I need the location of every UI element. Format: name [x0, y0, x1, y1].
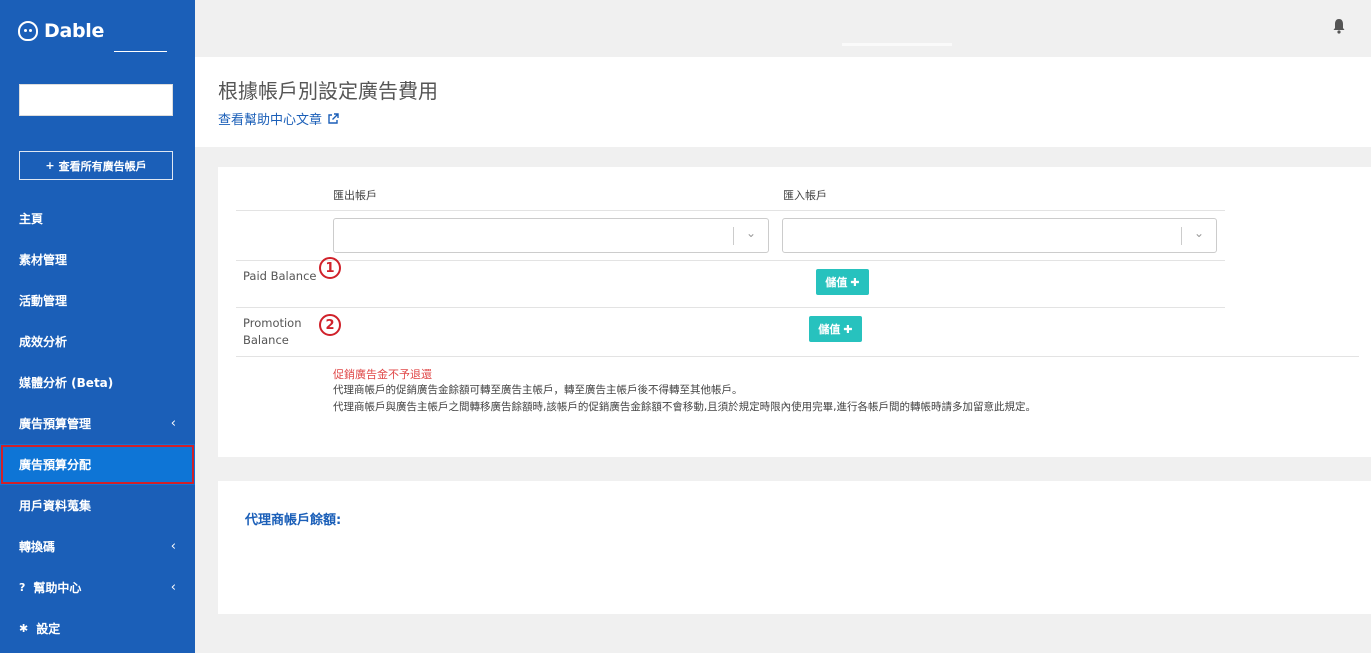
select-separator [1181, 227, 1182, 245]
plus-icon: ✚ [843, 322, 853, 336]
sidebar-item-label: 用戶資料蒐集 [19, 499, 92, 513]
page-header: 根據帳戶別設定廣告費用 查看幫助中心文章 [195, 57, 1371, 147]
brand-name: Dable [44, 20, 105, 42]
transfer-card: 匯出帳戶 匯入帳戶 ⌄ ⌄ Paid Balance 1 儲值 ✚ Promot… [218, 167, 1371, 457]
paid-balance-label: Paid Balance [243, 269, 317, 283]
sidebar-item-settings[interactable]: ✱ 設定 [0, 608, 195, 649]
divider [236, 356, 1359, 357]
dable-logo-icon [18, 21, 38, 41]
charge-label: 儲值 [818, 323, 841, 336]
sidebar-item-audience-collection[interactable]: 用戶資料蒐集 [0, 485, 195, 526]
export-account-select[interactable]: ⌄ [333, 218, 769, 253]
sidebar-item-label: 廣告預算分配 [19, 458, 92, 472]
question-icon: ? [19, 581, 26, 594]
bell-icon[interactable] [1332, 18, 1346, 34]
chevron-down-icon: ⌄ [1193, 226, 1204, 240]
external-link-icon [328, 112, 339, 124]
agency-balance-card: 代理商帳戶餘額: [218, 481, 1371, 614]
paid-charge-button[interactable]: 儲值 ✚ [816, 269, 869, 295]
sidebar-item-media-analysis[interactable]: 媒體分析 (Beta) [0, 362, 195, 403]
divider [236, 307, 1225, 308]
sidebar-item-budget-management[interactable]: 廣告預算管理 ‹ [0, 403, 195, 444]
import-account-header: 匯入帳戶 [783, 189, 827, 202]
page-title: 根據帳戶別設定廣告費用 [218, 79, 438, 103]
charge-label: 儲值 [825, 276, 848, 289]
chevron-left-icon: ‹ [170, 580, 176, 595]
divider [236, 210, 1225, 211]
promotion-non-refundable-note: 促銷廣告金不予退還 [333, 368, 432, 381]
help-center-link[interactable]: 查看幫助中心文章 [218, 109, 339, 128]
view-all-label: 查看所有廣告帳戶 [58, 159, 147, 173]
transfer-note-line2: 代理商帳戶與廣告主帳戶之間轉移廣告餘額時,該帳戶的促銷廣告金餘額不會移動,且須於… [333, 401, 1037, 413]
import-account-select[interactable]: ⌄ [782, 218, 1217, 253]
sidebar: Dable + 查看所有廣告帳戶 主頁 素材管理 活動管理 成效分析 媒體分析 … [0, 0, 195, 653]
sidebar-item-performance[interactable]: 成效分析 [0, 321, 195, 362]
divider [236, 260, 1225, 261]
promotion-balance-label: Promotion Balance [243, 315, 302, 349]
promotion-charge-button[interactable]: 儲值 ✚ [809, 316, 862, 342]
sidebar-item-label: 媒體分析 (Beta) [19, 376, 114, 390]
marker-1-badge: 1 [319, 257, 341, 279]
gear-icon: ✱ [19, 622, 29, 635]
sidebar-item-budget-allocation[interactable]: 廣告預算分配 [0, 444, 195, 485]
sidebar-item-label: 幫助中心 [33, 581, 82, 595]
chevron-down-icon: ⌄ [745, 226, 756, 240]
sidebar-nav: 主頁 素材管理 活動管理 成效分析 媒體分析 (Beta) 廣告預算管理 ‹ 廣告… [0, 198, 195, 649]
agency-balance-label: 代理商帳戶餘額: [245, 513, 342, 528]
chevron-left-icon: ‹ [170, 416, 176, 431]
sidebar-item-conversion-code[interactable]: 轉換碼 ‹ [0, 526, 195, 567]
top-bar-indicator [842, 43, 952, 46]
promotion-label-line1: Promotion [243, 316, 302, 330]
sidebar-item-label: 廣告預算管理 [19, 417, 92, 431]
sidebar-item-home[interactable]: 主頁 [0, 198, 195, 239]
marker-2-badge: 2 [319, 314, 341, 336]
transfer-note-line1: 代理商帳戶的促銷廣告金餘額可轉至廣告主帳戶，轉至廣告主帳戶後不得轉至其他帳戶。 [333, 384, 743, 396]
sidebar-item-creatives[interactable]: 素材管理 [0, 239, 195, 280]
sidebar-item-help-center[interactable]: ? 幫助中心 ‹ [0, 567, 195, 608]
account-selector[interactable] [19, 84, 173, 116]
sidebar-item-campaigns[interactable]: 活動管理 [0, 280, 195, 321]
sidebar-item-label: 轉換碼 [19, 540, 56, 554]
top-bar [195, 0, 1371, 57]
plus-icon: ✚ [850, 275, 860, 289]
sidebar-item-label: 素材管理 [19, 253, 68, 267]
sidebar-item-label: 設定 [36, 622, 61, 636]
sidebar-item-label: 成效分析 [19, 335, 68, 349]
plus-icon: + [45, 159, 55, 172]
select-separator [733, 227, 734, 245]
export-account-header: 匯出帳戶 [333, 189, 377, 202]
help-link-label: 查看幫助中心文章 [218, 113, 323, 128]
brand-logo[interactable]: Dable [18, 20, 104, 42]
chevron-left-icon: ‹ [170, 539, 176, 554]
view-all-accounts-button[interactable]: + 查看所有廣告帳戶 [19, 151, 173, 180]
sidebar-item-label: 主頁 [19, 212, 44, 226]
logo-divider [114, 51, 167, 52]
promotion-label-line2: Balance [243, 333, 289, 347]
sidebar-item-label: 活動管理 [19, 294, 68, 308]
